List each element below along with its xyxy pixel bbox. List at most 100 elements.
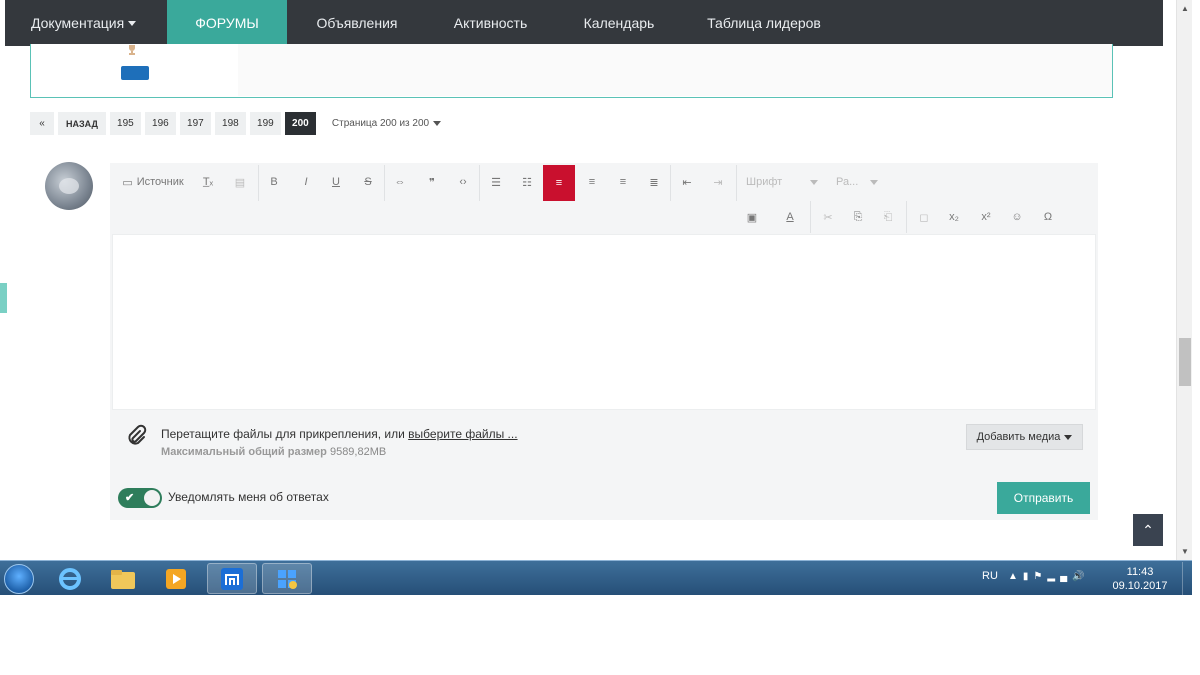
max-size-value: 9589,82MB <box>329 446 387 458</box>
notify-label: Уведомлять меня об ответах <box>168 490 329 504</box>
internet-explorer-icon <box>59 567 81 590</box>
source-button[interactable]: ▭ Источник <box>120 172 186 192</box>
align-left-icon[interactable]: ≡ <box>543 165 575 201</box>
scroll-up-icon[interactable]: ▲ <box>1180 3 1190 13</box>
remove-format-icon[interactable]: T̲ₓ <box>198 172 218 192</box>
scroll-to-top-button[interactable]: ⌃ <box>1133 514 1163 546</box>
align-center-icon[interactable]: ≡ <box>582 172 602 192</box>
align-justify-icon[interactable]: ≣ <box>644 172 664 192</box>
special-char-icon[interactable]: Ω <box>1038 207 1058 227</box>
explorer-taskbar-icon[interactable] <box>98 563 148 594</box>
page-196[interactable]: 196 <box>144 112 176 135</box>
tray-icons: ▲▮⚑▂▄🔊 <box>1008 571 1090 582</box>
nav-leaderboard-label: Таблица лидеров <box>707 15 821 31</box>
start-button[interactable] <box>0 562 38 595</box>
add-media-label: Добавить медиа <box>976 431 1061 443</box>
avatar <box>45 162 93 210</box>
volume-icon[interactable]: 🔊 <box>1072 571 1089 582</box>
flag-icon[interactable]: ⚑ <box>1033 571 1047 582</box>
media-player-taskbar-icon[interactable] <box>151 563 201 594</box>
show-hidden-icons-icon[interactable]: ▲ <box>1008 571 1023 582</box>
reply-editor: ▭ Источник T̲ₓ ▤ B I U S ⇔ ❞ ‹› ☰ ☷ ≡ ≡ ≡… <box>110 163 1098 520</box>
attach-text: Перетащите файлы для прикрепления, или <box>161 427 405 441</box>
page-195[interactable]: 195 <box>109 112 141 135</box>
paste-text-icon[interactable]: ▤ <box>230 172 250 192</box>
chevron-down-icon <box>1064 434 1073 440</box>
previous-post <box>30 44 1113 98</box>
page-197[interactable]: 197 <box>179 112 211 135</box>
maxthon-taskbar-icon[interactable] <box>207 563 257 594</box>
italic-icon[interactable]: I <box>296 172 316 192</box>
language-indicator[interactable]: RU <box>982 570 998 582</box>
divider <box>736 165 737 201</box>
size-select[interactable]: Ра... <box>836 172 878 192</box>
ie-taskbar-icon[interactable] <box>45 563 95 594</box>
scrollbar-thumb[interactable] <box>1179 338 1191 386</box>
align-right-icon[interactable]: ≡ <box>613 172 633 192</box>
post-body <box>238 44 1112 96</box>
pagination: « НАЗАД 195 196 197 198 199 200 Страница… <box>30 112 442 135</box>
indent-icon[interactable]: ⇥ <box>708 172 728 192</box>
copy-icon[interactable]: ⎘ <box>848 207 868 227</box>
windows-update-taskbar-icon[interactable] <box>262 563 312 594</box>
folder-icon <box>111 569 135 589</box>
nav-leaderboard[interactable]: Таблица лидеров <box>684 0 844 46</box>
page-scrollbar[interactable]: ▲ ▼ <box>1176 0 1192 560</box>
bold-icon[interactable]: B <box>264 172 284 192</box>
system-clock[interactable]: 11:43 09.10.2017 <box>1112 565 1168 593</box>
clock-date: 09.10.2017 <box>1112 580 1168 592</box>
editor-toolbar: ▭ Источник T̲ₓ ▤ B I U S ⇔ ❞ ‹› ☰ ☷ ≡ ≡ ≡… <box>110 163 1098 233</box>
page-info: Страница 200 из 200 <box>331 118 430 129</box>
notify-toggle[interactable]: ✔ <box>118 488 162 508</box>
page-199[interactable]: 199 <box>249 112 281 135</box>
nav-calendar[interactable]: Календарь <box>554 0 684 46</box>
page-selector[interactable]: Страница 200 из 200 <box>331 118 442 129</box>
outdent-icon[interactable]: ⇤ <box>677 172 697 192</box>
cut-icon[interactable]: ✂ <box>818 207 838 227</box>
nav-docs[interactable]: Документация <box>5 0 167 46</box>
chevron-down-icon <box>433 121 442 126</box>
numbered-list-icon[interactable]: ☷ <box>517 172 537 192</box>
windows-logo-icon <box>4 563 34 594</box>
scroll-down-icon[interactable]: ▼ <box>1180 546 1190 556</box>
max-size-label: Максимальный общий размер <box>161 446 327 458</box>
chevron-down-icon <box>128 20 137 26</box>
add-media-button[interactable]: Добавить медиа <box>966 424 1083 450</box>
attachment-area[interactable]: Перетащите файлы для прикрепления, или в… <box>110 410 1098 470</box>
background-color-icon[interactable]: ▣ <box>740 207 764 227</box>
network-signal-icon[interactable]: ▂▄ <box>1047 571 1072 582</box>
divider <box>384 165 385 201</box>
device-icon[interactable]: ▮ <box>1023 571 1034 582</box>
quote-icon[interactable]: ❞ <box>422 172 442 192</box>
nav-forums[interactable]: ФОРУМЫ <box>167 0 287 46</box>
text-color-icon[interactable]: A <box>778 207 802 227</box>
divider <box>670 165 671 201</box>
show-desktop-button[interactable] <box>1182 562 1192 595</box>
image-icon[interactable]: ◻ <box>914 207 934 227</box>
choose-files-link[interactable]: выберите файлы ... <box>408 427 517 441</box>
reply-textarea[interactable] <box>112 234 1096 410</box>
top-nav: Документация ФОРУМЫ Объявления Активност… <box>5 0 1163 46</box>
nav-calendar-label: Календарь <box>583 15 655 31</box>
subscript-icon[interactable]: x₂ <box>944 207 964 227</box>
spoiler-icon[interactable]: ⇔ <box>390 172 410 192</box>
page-198[interactable]: 198 <box>214 112 246 135</box>
nav-forums-label: ФОРУМЫ <box>195 15 259 31</box>
nav-activity[interactable]: Активность <box>427 0 554 46</box>
side-panel-handle[interactable] <box>0 283 7 313</box>
windows-update-icon <box>278 569 297 589</box>
nav-announcements[interactable]: Объявления <box>287 0 427 46</box>
page-200[interactable]: 200 <box>284 112 316 135</box>
bullet-list-icon[interactable]: ☰ <box>486 172 506 192</box>
divider <box>258 165 259 201</box>
back-button[interactable]: НАЗАД <box>58 112 106 135</box>
send-button[interactable]: Отправить <box>997 482 1090 514</box>
superscript-icon[interactable]: x² <box>976 207 996 227</box>
strikethrough-icon[interactable]: S <box>358 172 378 192</box>
emoji-icon[interactable]: ☺ <box>1007 207 1027 227</box>
font-select[interactable]: Шрифт <box>746 172 818 192</box>
code-icon[interactable]: ‹› <box>453 172 473 192</box>
first-page-icon[interactable]: « <box>30 112 54 135</box>
paste-icon[interactable]: ⎗ <box>878 207 898 227</box>
underline-icon[interactable]: U <box>326 172 346 192</box>
